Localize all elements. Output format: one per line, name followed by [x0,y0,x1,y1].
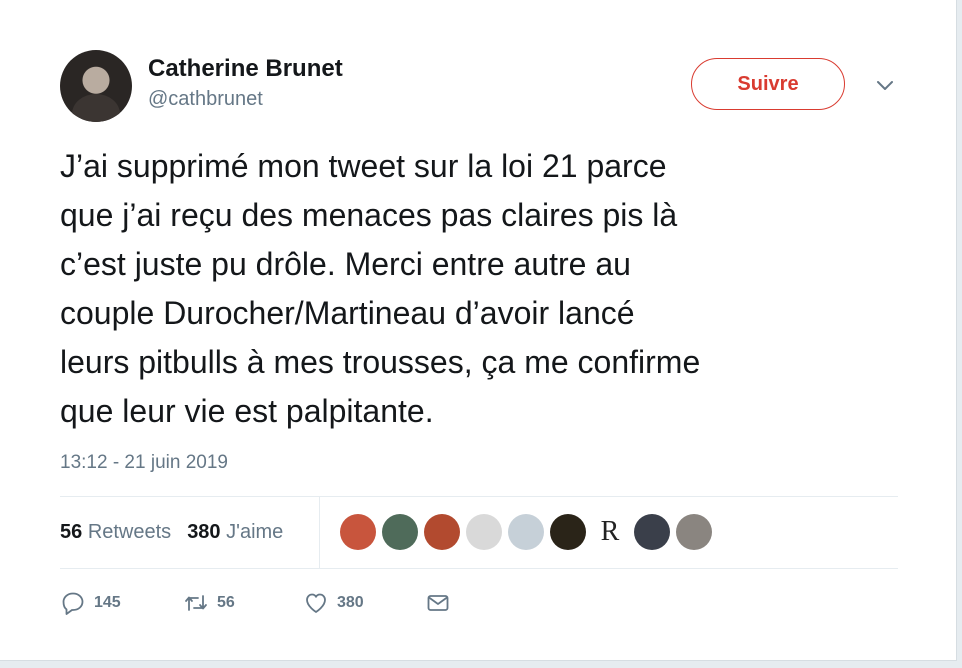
direct-message-button[interactable] [425,590,451,616]
like-count: 380 [337,594,364,611]
tweet-timestamp[interactable]: 13:12 - 21 juin 2019 [60,452,228,474]
tweet-stats: 56 Retweets 380 J'aime [60,521,283,544]
liker-avatar[interactable] [676,514,712,550]
liker-avatar[interactable] [340,514,376,550]
likes-stat-count: 380 [187,521,221,543]
stats-separator [319,496,320,568]
liker-avatar[interactable] [382,514,418,550]
tweet-text: J’ai supprimé mon tweet sur la loi 21 pa… [60,148,701,429]
liker-avatar[interactable]: R [592,514,628,550]
retweets-stat-label: Retweets [87,521,172,543]
chevron-down-icon[interactable] [874,74,896,96]
tweet-actions: 145 56 380 [60,588,451,618]
like-button[interactable]: 380 [303,590,425,616]
liker-avatar[interactable] [424,514,460,550]
retweet-button[interactable]: 56 [183,590,303,616]
liker-avatars: R [340,514,712,550]
liker-avatar[interactable] [508,514,544,550]
retweet-icon [185,595,207,611]
tweet-card: Catherine Brunet @cathbrunet Suivre J’ai… [0,0,957,661]
liker-avatar[interactable] [466,514,502,550]
divider [60,568,898,569]
divider [60,496,898,497]
reply-button[interactable]: 145 [60,590,183,616]
reply-count: 145 [94,594,121,611]
retweets-stat-count: 56 [60,521,83,543]
heart-icon [306,593,326,613]
envelope-icon [427,595,449,611]
author-avatar[interactable] [60,50,132,122]
retweet-count: 56 [217,594,235,611]
author-handle[interactable]: @cathbrunet [148,88,263,111]
retweets-stat[interactable]: 56 Retweets [60,521,171,544]
follow-button[interactable]: Suivre [691,58,845,110]
liker-avatar[interactable] [634,514,670,550]
reply-icon [62,592,84,615]
likes-stat-label: J'aime [226,521,284,543]
author-name[interactable]: Catherine Brunet [148,55,343,83]
liker-avatar[interactable] [550,514,586,550]
likes-stat[interactable]: 380 J'aime [187,521,283,544]
